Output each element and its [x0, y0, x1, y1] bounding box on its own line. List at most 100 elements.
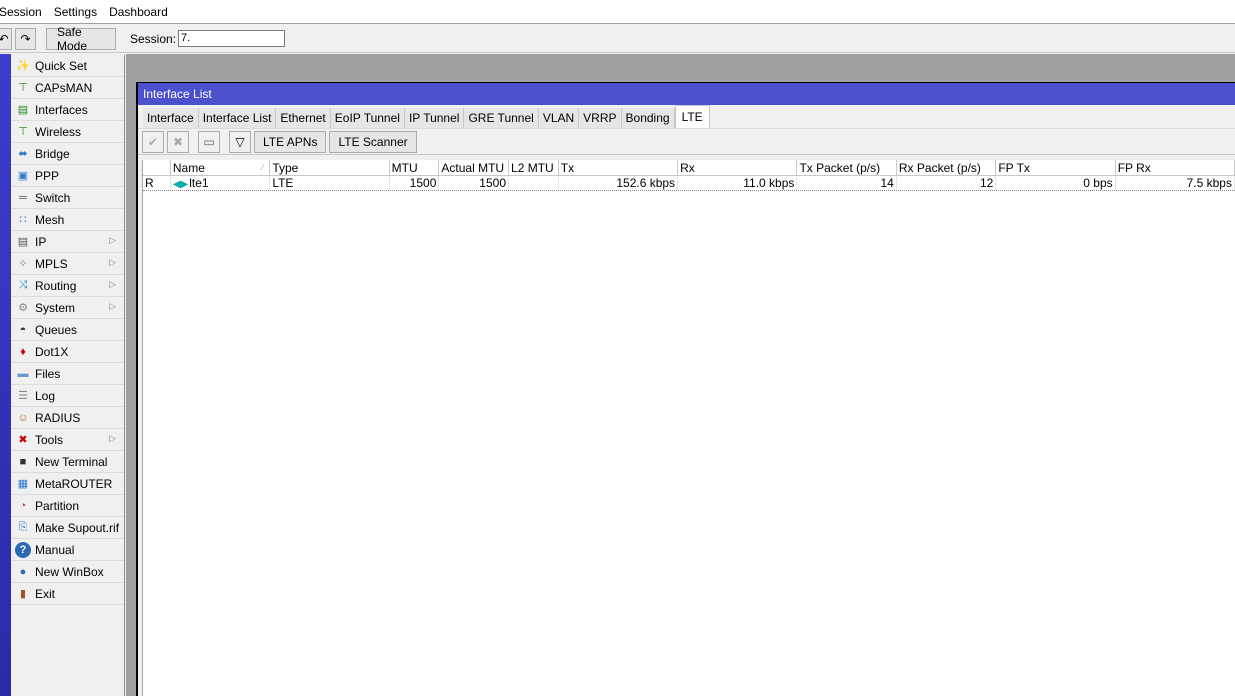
- mesh-icon: ∷: [19, 214, 27, 226]
- cell-tx: 152.6 kbps: [559, 176, 679, 190]
- tab-interface[interactable]: Interface: [143, 108, 199, 128]
- cell-tx-packet: 14: [797, 176, 897, 190]
- sidebar-item-label: MPLS: [35, 256, 68, 271]
- switch-icon: ═: [19, 191, 27, 204]
- comment-button[interactable]: ▭: [198, 130, 220, 153]
- lte-apns-button[interactable]: LTE APNs: [254, 130, 327, 153]
- sidebar-item-switch[interactable]: ═ Switch: [11, 187, 124, 209]
- sidebar-item-label: Log: [35, 388, 56, 403]
- sidebar-item-wireless[interactable]: ⊤ Wireless: [11, 121, 124, 143]
- sidebar-item-capsman[interactable]: ⊤ CAPsMAN: [11, 77, 124, 99]
- col-name[interactable]: Name ∕: [171, 160, 271, 175]
- log-icon: ☰: [18, 390, 28, 402]
- menu-dashboard[interactable]: Dashboard: [103, 0, 174, 24]
- undo-button[interactable]: ↶: [0, 27, 12, 50]
- sidebar-item-queues[interactable]: ◓ Queues: [11, 319, 124, 341]
- col-fp-tx[interactable]: FP Tx: [996, 160, 1116, 175]
- redo-button[interactable]: ↷: [15, 27, 36, 50]
- table-header: Name ∕ Type MTU Actual MTU L2 MTU Tx Rx T…: [143, 160, 1235, 176]
- sidebar-item-label: Switch: [35, 190, 71, 205]
- tab-interface-list[interactable]: Interface List: [198, 108, 277, 128]
- interface-list-window: Interface List Interface Interface List Et…: [136, 82, 1235, 696]
- terminal-icon: ■: [19, 455, 27, 468]
- window-title[interactable]: Interface List: [138, 83, 1235, 105]
- sidebar-item-label: Partition: [35, 498, 80, 513]
- partition-icon: ◔: [19, 499, 27, 512]
- col-tx-packet[interactable]: Tx Packet (p/s): [797, 160, 897, 175]
- col-flag[interactable]: [143, 160, 171, 175]
- sidebar-item-label: Dot1X: [35, 344, 69, 359]
- sidebar-item-routing[interactable]: ⤨ Routing ▷: [11, 275, 124, 297]
- sidebar-item-bridge[interactable]: ⬌ Bridge: [11, 143, 124, 165]
- cell-name: ◀▶lte1: [171, 176, 271, 190]
- tab-ip-tunnel[interactable]: IP Tunnel: [404, 108, 465, 128]
- tab-gre-tunnel[interactable]: GRE Tunnel: [464, 108, 539, 128]
- col-rx[interactable]: Rx: [678, 160, 798, 175]
- interface-table: Name ∕ Type MTU Actual MTU L2 MTU Tx Rx T…: [142, 160, 1235, 696]
- col-actual-mtu[interactable]: Actual MTU: [439, 160, 510, 175]
- system-icon: ⚙: [18, 302, 28, 314]
- tab-vrrp[interactable]: VRRP: [579, 108, 622, 128]
- tab-vlan[interactable]: VLAN: [538, 108, 580, 128]
- cell-rx-packet: 12: [897, 176, 997, 190]
- sidebar-item-label: RADIUS: [35, 410, 81, 425]
- supout-icon: ⎘: [18, 521, 28, 533]
- sidebar-item-label: CAPsMAN: [35, 80, 93, 95]
- winbox-icon: ●: [19, 565, 27, 578]
- col-type[interactable]: Type: [270, 160, 390, 175]
- sidebar-item-partition[interactable]: ◔ Partition: [11, 495, 124, 517]
- sidebar-item-tools[interactable]: ✖ Tools ▷: [11, 429, 124, 451]
- undo-icon: ↶: [0, 31, 9, 46]
- tab-ethernet[interactable]: Ethernet: [276, 108, 331, 128]
- sidebar-item-log[interactable]: ☰ Log: [11, 385, 124, 407]
- tab-eoip-tunnel[interactable]: EoIP Tunnel: [330, 108, 405, 128]
- sidebar-item-manual[interactable]: ? Manual: [11, 539, 124, 561]
- disable-button[interactable]: ✖: [167, 130, 189, 153]
- redo-icon: ↷: [20, 31, 31, 46]
- sidebar-item-exit[interactable]: ▮ Exit: [11, 583, 124, 605]
- submenu-arrow-icon: ▷: [109, 257, 116, 267]
- sidebar-item-label: Tools: [35, 432, 64, 447]
- comment-icon: ▭: [203, 134, 215, 149]
- sidebar-item-metarouter[interactable]: ▦ MetaROUTER: [11, 473, 124, 495]
- sidebar-item-label: Files: [35, 366, 61, 381]
- session-input[interactable]: 7.: [178, 30, 286, 47]
- enable-button[interactable]: ✔: [142, 130, 164, 153]
- sidebar-item-make-supout-rif[interactable]: ⎘ Make Supout.rif: [11, 517, 124, 539]
- col-l2-mtu[interactable]: L2 MTU: [509, 160, 559, 175]
- lte-interface-icon: ◀▶: [172, 179, 189, 190]
- metarouter-icon: ▦: [17, 478, 29, 490]
- col-mtu[interactable]: MTU: [390, 160, 440, 175]
- sidebar-item-label: Quick Set: [35, 58, 88, 73]
- ppp-icon: ▣: [17, 170, 29, 182]
- sidebar-item-mpls[interactable]: ✧ MPLS ▷: [11, 253, 124, 275]
- sidebar-item-interfaces[interactable]: ▤ Interfaces: [11, 99, 124, 121]
- col-rx-packet[interactable]: Rx Packet (p/s): [897, 160, 997, 175]
- sidebar-item-mesh[interactable]: ∷ Mesh: [11, 209, 124, 231]
- sidebar-item-new-winbox[interactable]: ● New WinBox: [11, 561, 124, 583]
- main-toolbar: ↶ ↷ Safe Mode Session: 7.: [0, 25, 1235, 53]
- bridge-icon: ⬌: [18, 148, 28, 160]
- sidebar-item-files[interactable]: ▬ Files: [11, 363, 124, 385]
- sidebar-item-system[interactable]: ⚙ System ▷: [11, 297, 124, 319]
- col-tx[interactable]: Tx: [559, 160, 679, 175]
- safe-mode-button[interactable]: Safe Mode: [46, 25, 116, 53]
- sidebar-item-dot1x[interactable]: ♦ Dot1X: [11, 341, 124, 363]
- tab-lte[interactable]: LTE: [674, 105, 710, 128]
- col-fp-rx[interactable]: FP Rx: [1116, 160, 1235, 175]
- sidebar-item-ip[interactable]: ▤ IP ▷: [11, 231, 124, 253]
- submenu-arrow-icon: ▷: [109, 301, 116, 311]
- sidebar-item-ppp[interactable]: ▣ PPP: [11, 165, 124, 187]
- lte-scanner-button[interactable]: LTE Scanner: [329, 130, 417, 153]
- cell-l2-mtu: [509, 176, 559, 190]
- sidebar-item-new-terminal[interactable]: ■ New Terminal: [11, 451, 124, 473]
- sidebar-item-quick-set[interactable]: ✨ Quick Set: [11, 55, 124, 77]
- table-row[interactable]: R ◀▶lte1 LTE 1500 1500 152.6 kbps 11.0 k…: [143, 176, 1235, 191]
- sidebar-item-radius[interactable]: ☺ RADIUS: [11, 407, 124, 429]
- sidebar-item-label: MetaROUTER: [35, 476, 113, 491]
- filter-button[interactable]: ▽: [229, 130, 251, 153]
- menu-settings[interactable]: Settings: [48, 0, 103, 24]
- interfaces-icon: ▤: [17, 104, 29, 116]
- menu-session[interactable]: Session: [0, 0, 48, 24]
- tab-bonding[interactable]: Bonding: [621, 108, 675, 128]
